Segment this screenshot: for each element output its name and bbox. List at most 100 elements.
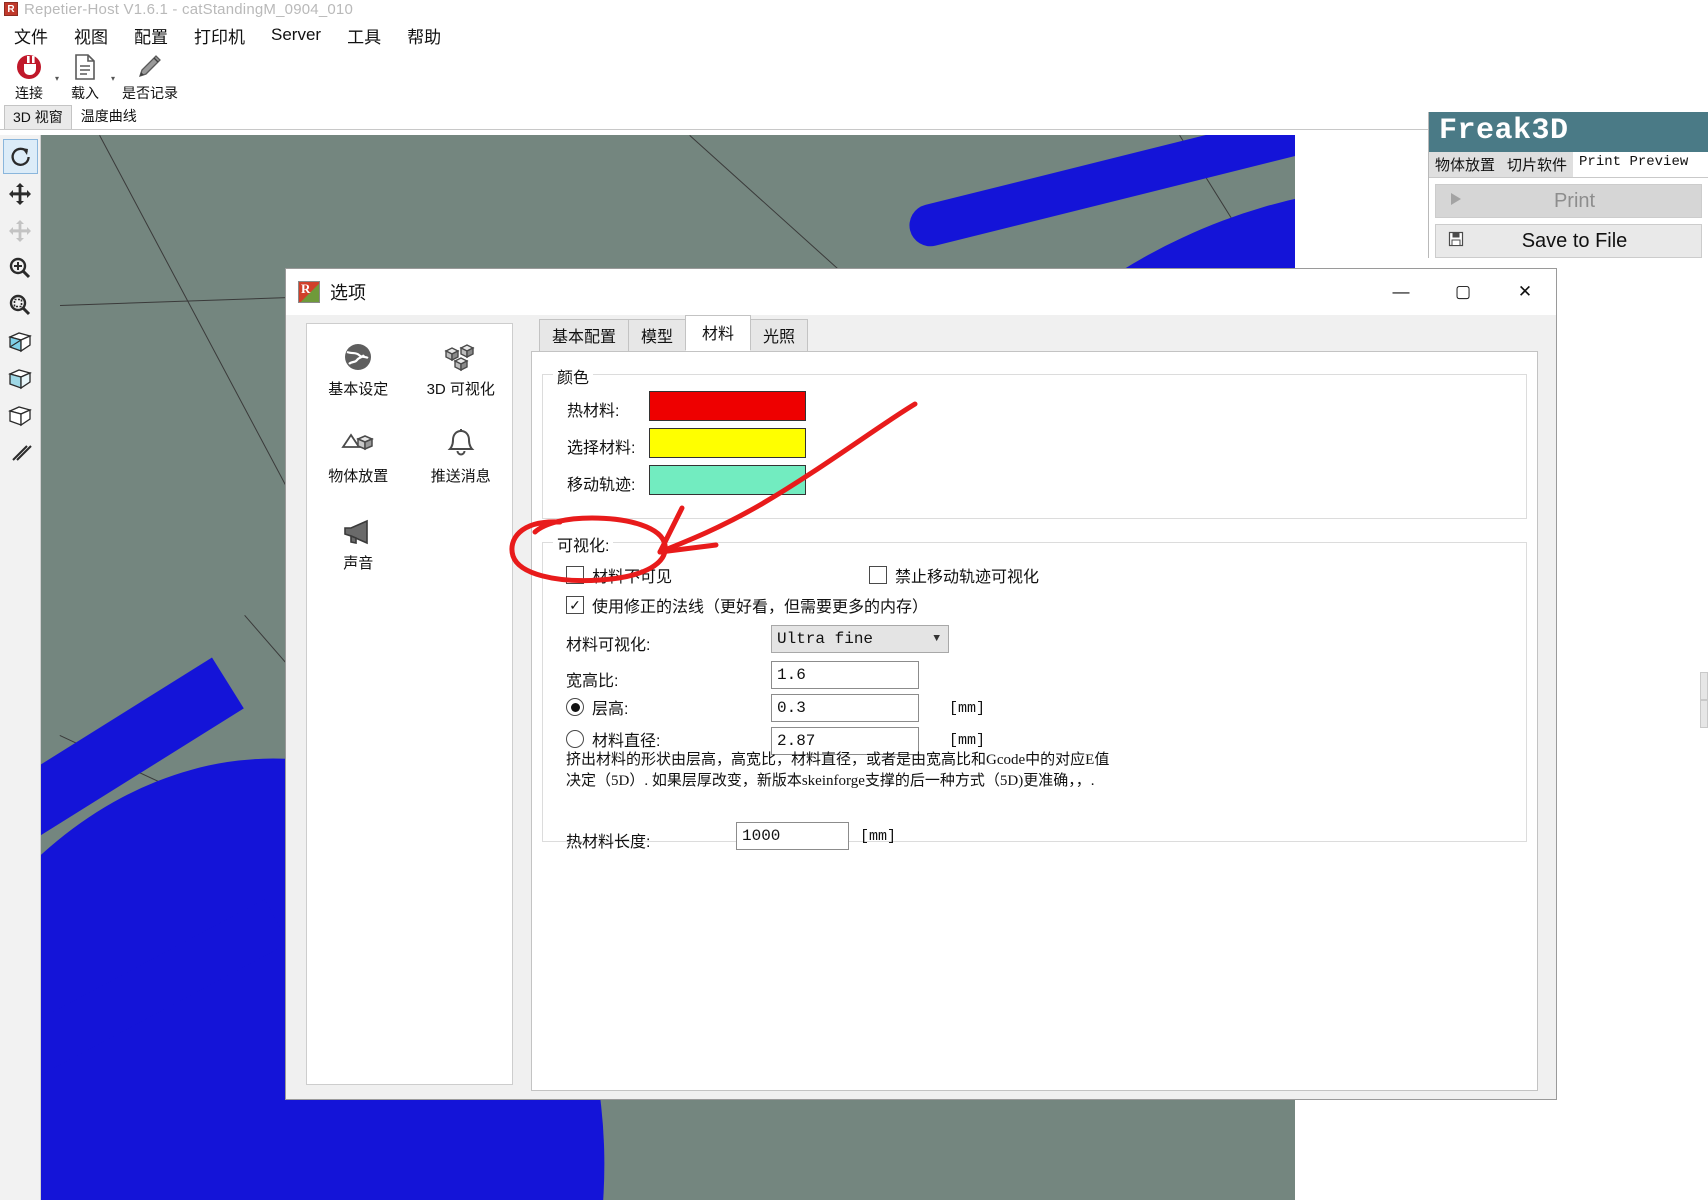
hot-material-label: 热材料: xyxy=(567,403,620,420)
load-button[interactable]: 载入 xyxy=(62,52,108,103)
load-dropdown-caret[interactable]: ▾ xyxy=(108,74,118,83)
megaphone-icon xyxy=(340,512,376,550)
view-wireframe-button[interactable] xyxy=(3,398,38,433)
globe-icon xyxy=(341,338,375,376)
selected-material-label: 选择材料: xyxy=(567,440,636,457)
menu-help[interactable]: 帮助 xyxy=(407,23,441,48)
main-toolbar: 连接 ▾ 载入 ▾ 是否记录 xyxy=(0,52,1708,108)
menu-config[interactable]: 配置 xyxy=(134,23,168,48)
view-edges-button[interactable] xyxy=(3,435,38,470)
menu-server[interactable]: Server xyxy=(271,25,321,45)
dialog-titlebar: R 选项 — ▢ ✕ xyxy=(286,269,1556,315)
hot-material-length-unit: [mm] xyxy=(860,828,897,845)
view-solid-button[interactable] xyxy=(3,361,38,396)
visualization-groupbox-title: 可视化: xyxy=(553,532,614,556)
travel-path-label: 移动轨迹: xyxy=(567,477,636,494)
color-groupbox: 颜色 热材料: 选择材料: 移动轨迹: xyxy=(542,364,1527,519)
tab-basic-config[interactable]: 基本配置 xyxy=(539,319,630,351)
disable-travel-visualization-checkbox[interactable]: 禁止移动轨迹可视化 xyxy=(869,563,1039,587)
menu-view[interactable]: 视图 xyxy=(74,23,108,48)
log-pencil-icon xyxy=(135,52,165,82)
material-invisible-checkbox[interactable]: 材料不可见 xyxy=(566,563,672,587)
close-button[interactable]: ✕ xyxy=(1494,269,1556,315)
window-titlebar: R Repetier-Host V1.6.1 - catStandingM_09… xyxy=(0,0,1708,18)
material-invisible-checkbox-box[interactable] xyxy=(566,566,584,584)
move-view-button[interactable] xyxy=(3,176,38,211)
aspect-ratio-input[interactable]: 1.6 xyxy=(771,661,919,689)
sidebar-label-sound: 声音 xyxy=(343,555,374,572)
connect-dropdown-caret[interactable]: ▾ xyxy=(52,74,62,83)
maximize-button[interactable]: ▢ xyxy=(1432,269,1494,315)
sidebar-item-basic-settings[interactable]: 基本设定 xyxy=(307,334,410,403)
log-toggle-button[interactable]: 是否记录 xyxy=(118,52,182,103)
freak3d-brand: Freak3D xyxy=(1429,112,1708,152)
tab-print-preview[interactable]: Print Preview xyxy=(1573,152,1695,177)
bell-icon xyxy=(445,425,477,463)
cube-cut-icon xyxy=(8,331,32,352)
layer-height-radio-circle[interactable] xyxy=(566,698,584,716)
travel-path-color-swatch[interactable] xyxy=(649,465,806,495)
tab-material[interactable]: 材料 xyxy=(685,315,752,351)
layer-height-value: 0.3 xyxy=(777,699,806,717)
material-invisible-label: 材料不可见 xyxy=(592,569,673,586)
menu-printer[interactable]: 打印机 xyxy=(194,23,245,48)
dialog-tabstrip: 基本配置 模型 材料 光照 xyxy=(531,315,1538,351)
extrusion-description-line1: 挤出材料的形状由层高，高宽比，材料直径，或者是由宽高比和Gcode中的对应E值 xyxy=(566,752,1110,768)
disable-travel-checkbox-box[interactable] xyxy=(869,566,887,584)
object-placement-icon xyxy=(339,425,377,463)
connect-label: 连接 xyxy=(15,85,43,101)
viewport-toolbar xyxy=(0,135,41,1200)
filament-diameter-value: 2.87 xyxy=(777,732,816,750)
cubes-icon xyxy=(442,338,480,376)
corrected-normals-checkbox-box[interactable]: ✓ xyxy=(566,596,584,614)
filament-diameter-radio[interactable]: 材料直径: xyxy=(566,727,660,751)
right-edge-sliver-1 xyxy=(1700,672,1708,700)
zoom-in-button[interactable] xyxy=(3,250,38,285)
corrected-normals-label: 使用修正的法线（更好看，但需要更多的内存） xyxy=(592,599,929,616)
layer-height-unit: [mm] xyxy=(949,700,986,717)
sidebar-item-object-placement[interactable]: 物体放置 xyxy=(307,421,410,490)
tab-temperature-curve[interactable]: 温度曲线 xyxy=(71,104,146,129)
layer-height-input[interactable]: 0.3 xyxy=(771,694,919,722)
cube-wire-icon xyxy=(8,405,32,426)
zoom-fit-icon xyxy=(9,294,31,315)
sidebar-label-basic-settings: 基本设定 xyxy=(328,381,389,398)
dialog-sidebar: 基本设定 3D 可视化 物体放置 推送消息 声音 xyxy=(306,323,513,1085)
selected-material-color-swatch[interactable] xyxy=(649,428,806,458)
tab-object-placement[interactable]: 物体放置 xyxy=(1429,152,1502,177)
save-to-file-button[interactable]: Save to File xyxy=(1435,224,1702,258)
tab-3d-view[interactable]: 3D 视窗 xyxy=(4,105,72,129)
rotate-icon xyxy=(11,147,30,166)
window-title: Repetier-Host V1.6.1 - catStandingM_0904… xyxy=(24,0,354,18)
load-label: 载入 xyxy=(71,85,99,101)
cube-solid-icon xyxy=(8,368,32,389)
repetier-cube-icon: R xyxy=(298,281,320,303)
hot-material-color-swatch[interactable] xyxy=(649,391,806,421)
filament-diameter-radio-circle[interactable] xyxy=(566,730,584,748)
rotate-view-button[interactable] xyxy=(2,139,38,174)
layer-height-radio[interactable]: 层高: xyxy=(566,695,628,719)
tab-slicer[interactable]: 切片软件 xyxy=(1501,152,1574,177)
hot-material-length-input[interactable]: 1000 xyxy=(736,822,849,850)
tab-model[interactable]: 模型 xyxy=(628,319,687,351)
right-edge-sliver-2 xyxy=(1700,700,1708,728)
extrusion-description-line2: 决定（5D）. 如果层厚改变，新版本skeinforge支撑的后一种方式（5D)… xyxy=(566,773,1095,789)
tab-lighting[interactable]: 光照 xyxy=(750,319,809,351)
sidebar-label-3d-visualization: 3D 可视化 xyxy=(426,381,495,398)
disable-travel-label: 禁止移动轨迹可视化 xyxy=(895,569,1040,586)
minimize-button[interactable]: — xyxy=(1370,269,1432,315)
corrected-normals-checkbox[interactable]: ✓ 使用修正的法线（更好看，但需要更多的内存） xyxy=(566,593,928,617)
menu-tools[interactable]: 工具 xyxy=(347,23,381,48)
material-visualization-select[interactable]: Ultra fine ▼ xyxy=(771,625,949,653)
connect-button[interactable]: 连接 xyxy=(6,52,52,103)
sidebar-item-3d-visualization[interactable]: 3D 可视化 xyxy=(410,334,513,403)
sidebar-item-push-messages[interactable]: 推送消息 xyxy=(410,421,513,490)
dialog-window-controls: — ▢ ✕ xyxy=(1370,269,1556,315)
view-cut-button[interactable] xyxy=(3,324,38,359)
print-button[interactable]: Print xyxy=(1435,184,1702,218)
menu-file[interactable]: 文件 xyxy=(14,23,48,48)
sidebar-item-sound[interactable]: 声音 xyxy=(307,508,410,577)
freak3d-panel: Freak3D 物体放置 切片软件 Print Preview Print Sa… xyxy=(1428,112,1708,258)
dialog-body: 基本设定 3D 可视化 物体放置 推送消息 声音 基本配置 模型 材料 光照 颜… xyxy=(286,315,1556,1099)
zoom-fit-button[interactable] xyxy=(3,287,38,322)
